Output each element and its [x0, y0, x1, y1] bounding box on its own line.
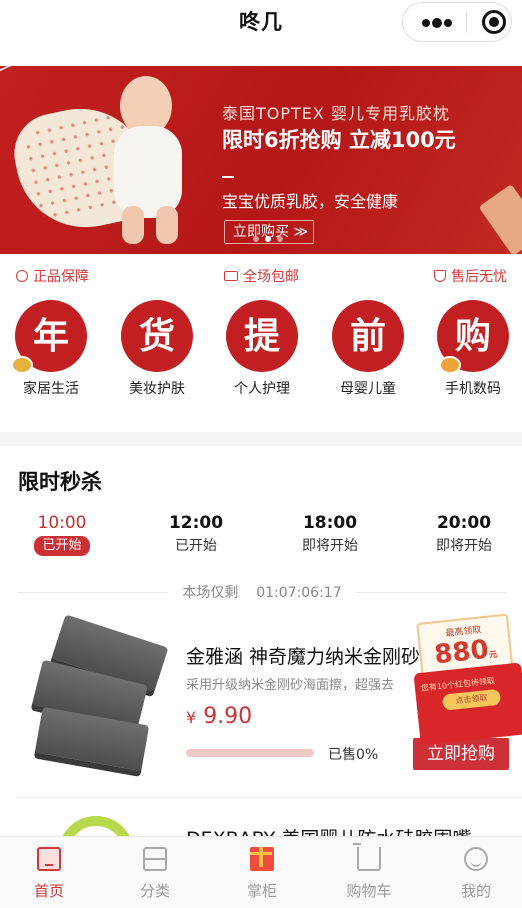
red-packet-claim-button[interactable]: 点击领取: [441, 688, 502, 711]
tab-label: 购物车: [346, 882, 392, 900]
time-slot-tab[interactable]: 12:00 已开始: [146, 512, 246, 556]
tab-shopkeeper[interactable]: 掌柜: [217, 847, 307, 901]
category-icon: 提: [226, 300, 298, 372]
product-image[interactable]: [26, 614, 169, 772]
category-icon: 年: [11, 300, 87, 374]
guarantee-label: 全场包邮: [243, 269, 299, 285]
tab-profile[interactable]: 我的: [431, 847, 521, 901]
section-divider: [0, 432, 522, 446]
sold-percent: 已售0%: [328, 747, 379, 763]
category-label: 美妆护肤: [129, 381, 185, 397]
category-grid: 年 家居生活 货 美妆护肤 提 个人护理 前 母婴儿童 购 手机数码: [0, 300, 522, 410]
category-icon: 前: [332, 300, 404, 372]
tab-label: 分类: [139, 882, 170, 900]
tab-category[interactable]: 分类: [110, 847, 200, 901]
slot-time: 18:00: [302, 513, 358, 533]
slot-status: 已开始: [175, 538, 217, 554]
app-root: 咚几 泰国TOPTEX 婴儿专用乳胶枕 限时6折抢购 立减100元 宝宝优质乳胶…: [0, 0, 522, 908]
tab-label: 首页: [33, 882, 64, 900]
time-slot-tab[interactable]: 20:00 即将开始: [414, 512, 514, 556]
category-item-home[interactable]: 年 家居生活: [1, 300, 101, 398]
category-label: 手机数码: [445, 381, 501, 397]
guarantee-label: 正品保障: [33, 269, 89, 285]
category-label: 家居生活: [23, 381, 79, 397]
pagination-dot-active[interactable]: [265, 236, 271, 242]
banner-dash: [222, 176, 234, 178]
category-icon: 货: [121, 300, 193, 372]
product-desc: 采用升级纳米金刚砂海面擦，超强去: [186, 678, 395, 693]
shield-icon: [434, 270, 446, 282]
banner-subtitle: 泰国TOPTEX 婴儿专用乳胶枕: [222, 104, 450, 123]
countdown-label: 本场仅剩: [182, 585, 239, 601]
flash-sale-title: 限时秒杀: [18, 470, 102, 494]
banner-desc: 宝宝优质乳胶，安全健康: [222, 192, 399, 211]
cart-icon: [353, 843, 381, 871]
tab-home[interactable]: 首页: [4, 847, 94, 901]
authentic-icon: [16, 270, 28, 282]
slot-status: 即将开始: [436, 538, 492, 554]
banner-corner-decoration: [0, 66, 14, 80]
guarantee-row: 正品保障 全场包邮 售后无忧: [0, 262, 522, 290]
countdown: 本场仅剩 01:07:06:17: [18, 582, 506, 602]
banner-pagination: [253, 236, 283, 242]
product-price: ¥ 9.90: [186, 704, 252, 729]
price-currency: ¥: [186, 708, 197, 727]
time-slot-tab[interactable]: 10:00 已开始: [12, 512, 112, 556]
category-item-digital[interactable]: 购 手机数码: [423, 300, 522, 398]
category-item-beauty[interactable]: 货 美妆护肤: [107, 300, 207, 398]
sold-progress-bar: [186, 749, 314, 757]
capsule-divider: [466, 11, 467, 33]
close-miniprogram-icon[interactable]: [482, 10, 506, 34]
product-divider: [18, 797, 522, 798]
category-item-baby[interactable]: 前 母婴儿童: [318, 300, 418, 398]
time-slot-tab[interactable]: 18:00 即将开始: [280, 512, 380, 556]
guarantee-authentic: 正品保障: [16, 266, 89, 286]
home-icon: [37, 847, 61, 871]
capsule-menu: [402, 2, 512, 42]
guarantee-label: 售后无忧: [451, 269, 507, 285]
tab-label: 我的: [460, 882, 491, 900]
gift-icon: [250, 847, 274, 871]
profile-icon: [464, 847, 488, 871]
tab-label: 掌柜: [246, 882, 277, 900]
category-item-care[interactable]: 提 个人护理: [212, 300, 312, 398]
slot-time: 20:00: [436, 513, 492, 533]
title-bar: 咚几: [0, 0, 522, 56]
truck-icon: [224, 271, 238, 281]
slot-time: 10:00: [37, 513, 87, 533]
category-icon: 购: [437, 300, 509, 374]
more-icon[interactable]: [417, 14, 457, 32]
price-value: 9.90: [203, 704, 253, 729]
slot-status: 即将开始: [302, 538, 358, 554]
category-label: 母婴儿童: [340, 381, 396, 397]
guarantee-after-sales: 售后无忧: [434, 266, 507, 286]
banner-headline: 限时6折抢购 立减100元: [222, 128, 456, 152]
tab-cart[interactable]: 购物车: [324, 843, 414, 901]
category-label: 个人护理: [234, 381, 290, 397]
slot-status: 已开始: [34, 536, 90, 556]
countdown-timer: 01:07:06:17: [256, 585, 342, 601]
promo-banner[interactable]: 泰国TOPTEX 婴儿专用乳胶枕 限时6折抢购 立减100元 宝宝优质乳胶，安全…: [0, 66, 522, 254]
baby-image: [100, 76, 205, 246]
red-packet-envelope: 您有10个红包待领取 点击领取: [413, 662, 522, 746]
guarantee-free-shipping: 全场包邮: [224, 266, 299, 286]
time-slot-tabs: 10:00 已开始 12:00 已开始 18:00 即将开始 20:00 即将开…: [0, 512, 522, 560]
red-packet-widget[interactable]: 最高领取 880元 您有10个红包待领取 点击领取: [408, 607, 522, 746]
pagination-dot[interactable]: [277, 236, 283, 242]
leaf-decoration: [478, 183, 522, 254]
category-icon: [143, 847, 167, 871]
slot-time: 12:00: [168, 513, 224, 533]
bottom-tab-bar: 首页 分类 掌柜 购物车 我的: [0, 836, 522, 908]
pagination-dot[interactable]: [253, 236, 259, 242]
